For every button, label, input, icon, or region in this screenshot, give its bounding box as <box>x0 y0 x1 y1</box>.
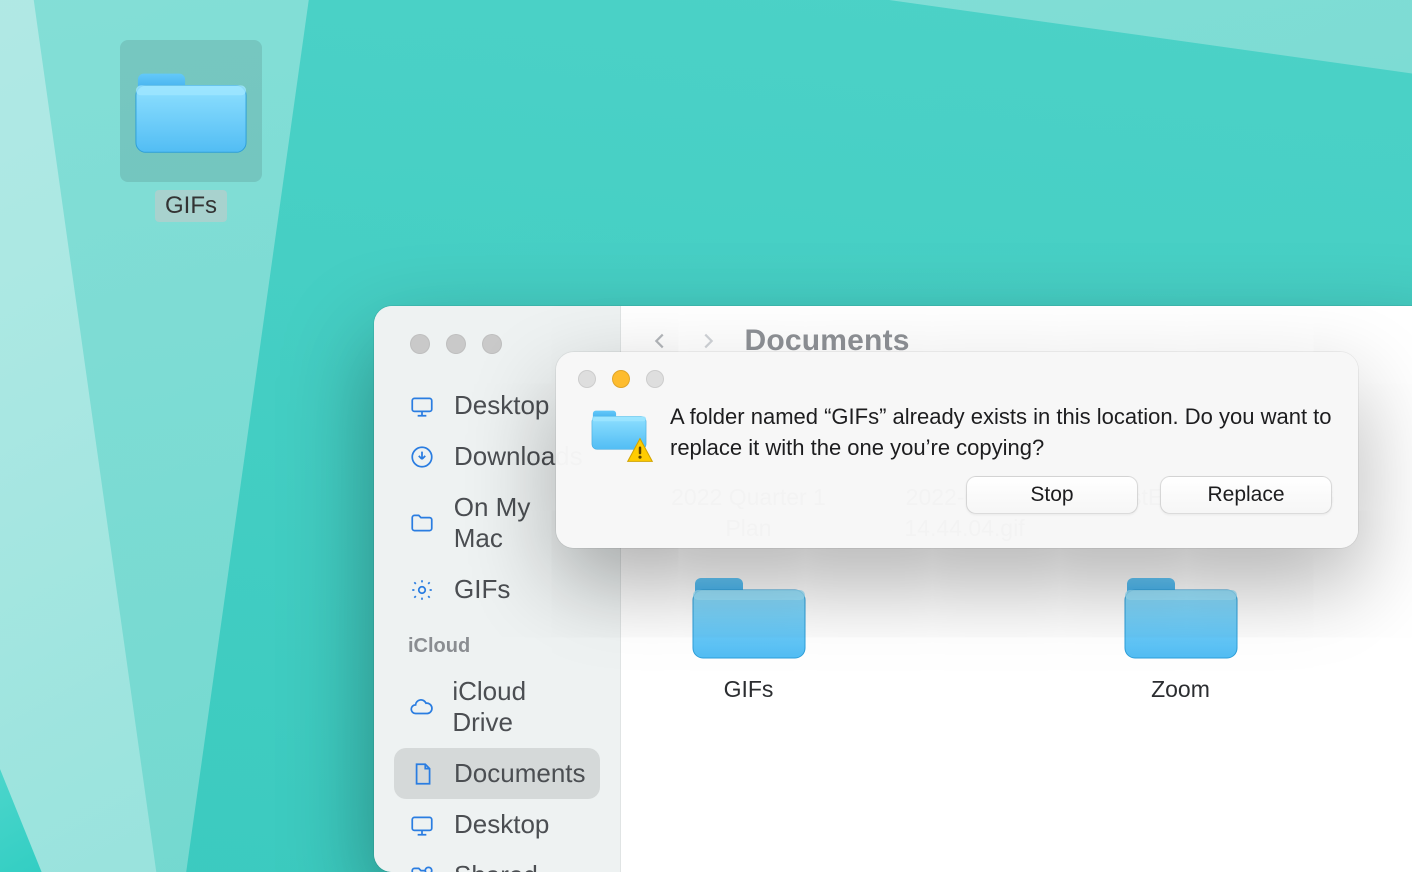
sidebar-item-shared[interactable]: Shared <box>394 850 600 872</box>
close-button[interactable] <box>578 370 596 388</box>
cloud-icon <box>408 693 434 721</box>
sidebar-item-label: Desktop <box>454 390 549 421</box>
sidebar-item-label: GIFs <box>454 574 510 605</box>
replace-dialog[interactable]: A folder named “GIFs” already exists in … <box>556 352 1358 548</box>
sidebar-item-label: Documents <box>454 758 586 789</box>
folder-icon <box>408 509 436 537</box>
sidebar-item-icloud-drive[interactable]: iCloud Drive <box>394 666 600 748</box>
folder-icon <box>1121 568 1241 664</box>
sidebar-item-label: Desktop <box>454 809 549 840</box>
sidebar-heading-icloud: iCloud <box>394 615 600 666</box>
file-label: GIFs <box>724 674 774 705</box>
replace-button[interactable]: Replace <box>1160 476 1332 514</box>
sidebar-item-label: Shared <box>454 860 538 872</box>
folder-icon <box>120 40 262 182</box>
desktop-icon <box>408 811 436 839</box>
zoom-button[interactable] <box>646 370 664 388</box>
sidebar-item-documents[interactable]: Documents <box>394 748 600 799</box>
desktop-folder-label: GIFs <box>155 190 227 222</box>
desktop-folder-gifs[interactable]: GIFs <box>120 40 262 222</box>
forward-button[interactable] <box>697 330 719 352</box>
minimize-button[interactable] <box>612 370 630 388</box>
sidebar-item-gifs[interactable]: GIFs <box>394 564 600 615</box>
doc-icon <box>408 760 436 788</box>
gear-icon <box>408 576 436 604</box>
sidebar-item-label: iCloud Drive <box>452 676 585 738</box>
folder-zoom[interactable]: Zoom <box>1081 568 1281 705</box>
shared-icon <box>408 862 436 872</box>
close-button[interactable] <box>410 334 430 354</box>
back-button[interactable] <box>649 330 671 352</box>
stop-button[interactable]: Stop <box>966 476 1138 514</box>
download-icon <box>408 443 436 471</box>
zoom-button[interactable] <box>482 334 502 354</box>
empty-cell <box>865 568 1065 705</box>
warning-badge-icon <box>626 436 654 464</box>
folder-gifs[interactable]: GIFs <box>649 568 849 705</box>
empty-cell <box>1297 568 1412 705</box>
file-label: Zoom <box>1151 674 1210 705</box>
minimize-button[interactable] <box>446 334 466 354</box>
dialog-message: A folder named “GIFs” already exists in … <box>670 400 1332 464</box>
desktop-icon <box>408 392 436 420</box>
sidebar-item-desktop-icloud[interactable]: Desktop <box>394 799 600 850</box>
dialog-window-controls <box>556 352 1358 388</box>
dialog-icon <box>590 400 648 458</box>
folder-icon <box>689 568 809 664</box>
